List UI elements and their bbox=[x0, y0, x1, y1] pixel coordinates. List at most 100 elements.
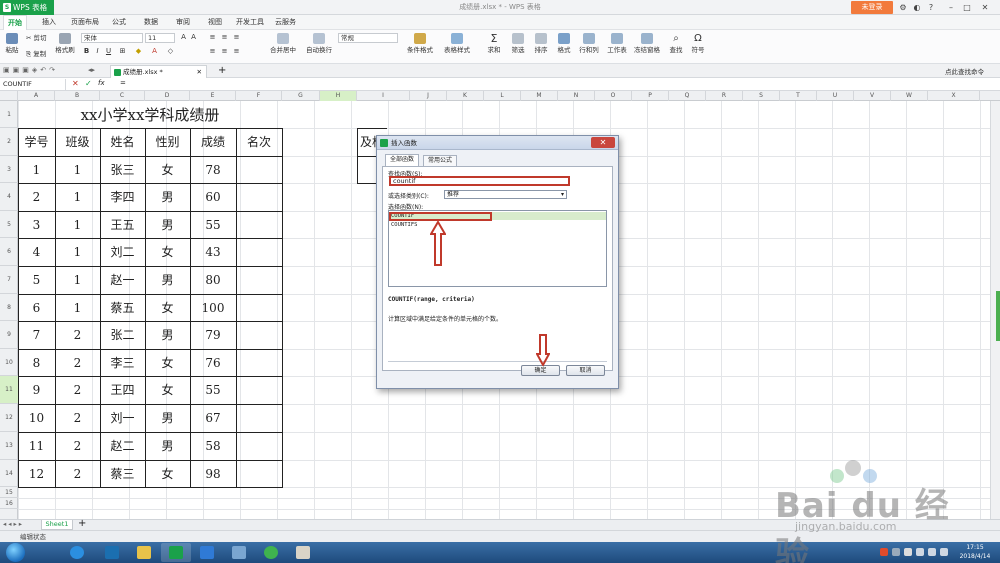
cell[interactable]: 67 bbox=[190, 405, 236, 432]
col-header-j[interactable]: J bbox=[410, 91, 447, 101]
col-header-o[interactable]: O bbox=[595, 91, 632, 101]
col-header-h[interactable]: H bbox=[320, 91, 357, 101]
number-format-select[interactable]: 常规 bbox=[338, 33, 398, 43]
cell[interactable]: 58 bbox=[190, 433, 236, 460]
row-header[interactable]: 4 bbox=[0, 183, 18, 211]
col-header-q[interactable]: Q bbox=[669, 91, 706, 101]
align-top-icon[interactable]: ≡ bbox=[208, 33, 217, 42]
row-header[interactable]: 10 bbox=[0, 349, 18, 376]
app-menu-button[interactable]: S WPS 表格 bbox=[0, 0, 54, 15]
col-header-a[interactable]: A bbox=[18, 91, 55, 101]
col-header-k[interactable]: K bbox=[447, 91, 484, 101]
format-painter-button[interactable]: 格式刷 bbox=[54, 33, 76, 54]
cell[interactable]: 7 bbox=[18, 322, 55, 349]
col-header-d[interactable]: D bbox=[145, 91, 190, 101]
fill-color-icon[interactable]: ◆ bbox=[134, 47, 143, 56]
row-header[interactable]: 14 bbox=[0, 460, 18, 487]
row-header[interactable]: 8 bbox=[0, 294, 18, 321]
tab-common-formulas[interactable]: 常用公式 bbox=[423, 155, 458, 166]
tab-home[interactable]: 开始 bbox=[3, 15, 27, 30]
row-header[interactable]: 1 bbox=[0, 101, 18, 128]
tab-cloud[interactable]: 云服务 bbox=[271, 15, 300, 30]
settings-icon[interactable]: ⚙ bbox=[897, 1, 909, 14]
cell[interactable]: 4 bbox=[18, 239, 55, 266]
col-header-m[interactable]: M bbox=[521, 91, 558, 101]
taskbar-browser[interactable] bbox=[256, 543, 286, 562]
cell[interactable]: 3 bbox=[18, 212, 55, 238]
help-icon[interactable]: ? bbox=[925, 1, 937, 14]
taskbar-media[interactable] bbox=[97, 543, 127, 562]
cell[interactable]: 1 bbox=[18, 157, 55, 183]
function-search-input[interactable]: countif bbox=[389, 176, 570, 186]
cell[interactable]: 男 bbox=[145, 433, 190, 460]
cell[interactable]: 1 bbox=[55, 184, 100, 211]
cell[interactable]: 李三 bbox=[100, 350, 145, 376]
cell[interactable]: 2 bbox=[55, 322, 100, 349]
col-header-f[interactable]: F bbox=[236, 91, 282, 101]
cell[interactable]: 女 bbox=[145, 377, 190, 404]
cell[interactable]: 43 bbox=[190, 239, 236, 266]
border-icon[interactable]: ⊞ bbox=[118, 47, 127, 56]
row-header[interactable]: 15 bbox=[0, 487, 18, 498]
header-cell[interactable]: 班级 bbox=[55, 128, 100, 156]
col-header-e[interactable]: E bbox=[190, 91, 236, 101]
copy-button[interactable]: ⎘ 复制 bbox=[26, 48, 52, 59]
cell[interactable]: 男 bbox=[145, 322, 190, 349]
col-header-r[interactable]: R bbox=[706, 91, 743, 101]
cell[interactable]: 女 bbox=[145, 350, 190, 376]
cell[interactable]: 刘一 bbox=[100, 405, 145, 432]
row-header[interactable]: 7 bbox=[0, 266, 18, 294]
cell[interactable]: 李四 bbox=[100, 184, 145, 211]
conditional-format-button[interactable]: 条件格式 bbox=[403, 33, 437, 54]
cell[interactable]: 1 bbox=[55, 295, 100, 321]
taskbar-screen[interactable] bbox=[224, 543, 254, 562]
cell[interactable]: 5 bbox=[18, 267, 55, 294]
select-all-corner[interactable] bbox=[0, 91, 18, 101]
symbol-button[interactable]: Ω 符号 bbox=[688, 33, 708, 54]
header-cell[interactable]: 性别 bbox=[145, 128, 190, 156]
wrap-button[interactable]: 自动换行 bbox=[302, 33, 336, 54]
cell[interactable]: 2 bbox=[55, 377, 100, 404]
row-header[interactable]: 13 bbox=[0, 432, 18, 460]
add-sheet-icon[interactable]: + bbox=[78, 518, 86, 529]
cell[interactable]: 女 bbox=[145, 295, 190, 321]
font-select[interactable]: 宋体 bbox=[81, 33, 143, 43]
cell[interactable]: 100 bbox=[190, 295, 236, 321]
tab-page-layout[interactable]: 页面布局 bbox=[67, 15, 103, 30]
cell[interactable]: 2 bbox=[55, 350, 100, 376]
table-style-button[interactable]: 表格样式 bbox=[440, 33, 474, 54]
col-header-c[interactable]: C bbox=[100, 91, 145, 101]
cell[interactable]: 2 bbox=[55, 461, 100, 487]
col-header-u[interactable]: U bbox=[817, 91, 854, 101]
cell[interactable]: 男 bbox=[145, 267, 190, 294]
cancel-formula-icon[interactable]: ✕ bbox=[72, 79, 79, 88]
vertical-scrollbar[interactable] bbox=[990, 101, 1000, 519]
row-header[interactable]: 3 bbox=[0, 156, 18, 183]
col-header-t[interactable]: T bbox=[780, 91, 817, 101]
grow-font-icon[interactable]: A bbox=[179, 33, 188, 42]
cell[interactable]: 男 bbox=[145, 405, 190, 432]
sort-button[interactable]: 排序 bbox=[531, 33, 551, 54]
cell[interactable]: 10 bbox=[18, 405, 55, 432]
function-list[interactable]: COUNTIF COUNTIFS bbox=[388, 210, 607, 287]
cell[interactable]: 78 bbox=[190, 157, 236, 183]
cell[interactable]: 女 bbox=[145, 157, 190, 183]
confirm-formula-icon[interactable]: ✓ bbox=[85, 79, 92, 88]
name-box[interactable]: COUNTIF bbox=[0, 79, 66, 90]
row-header[interactable]: 2 bbox=[0, 128, 18, 156]
quick-access-toolbar[interactable]: ▣▣▣◈↶↷ bbox=[3, 66, 73, 76]
tab-formulas[interactable]: 公式 bbox=[108, 15, 130, 30]
cell[interactable]: 2 bbox=[55, 405, 100, 432]
taskbar-wps-sheets[interactable] bbox=[161, 543, 191, 562]
taskbar-wps-writer[interactable] bbox=[192, 543, 222, 562]
cell[interactable]: 女 bbox=[145, 239, 190, 266]
align-right-icon[interactable]: ≡ bbox=[232, 47, 241, 56]
cell[interactable]: 王五 bbox=[100, 212, 145, 238]
login-button[interactable]: 未登录 bbox=[851, 1, 893, 14]
col-header-b[interactable]: B bbox=[55, 91, 100, 101]
cell[interactable]: 9 bbox=[18, 377, 55, 404]
cell[interactable]: 王四 bbox=[100, 377, 145, 404]
cell[interactable]: 女 bbox=[145, 461, 190, 487]
col-header-w[interactable]: W bbox=[891, 91, 928, 101]
cell[interactable]: 98 bbox=[190, 461, 236, 487]
